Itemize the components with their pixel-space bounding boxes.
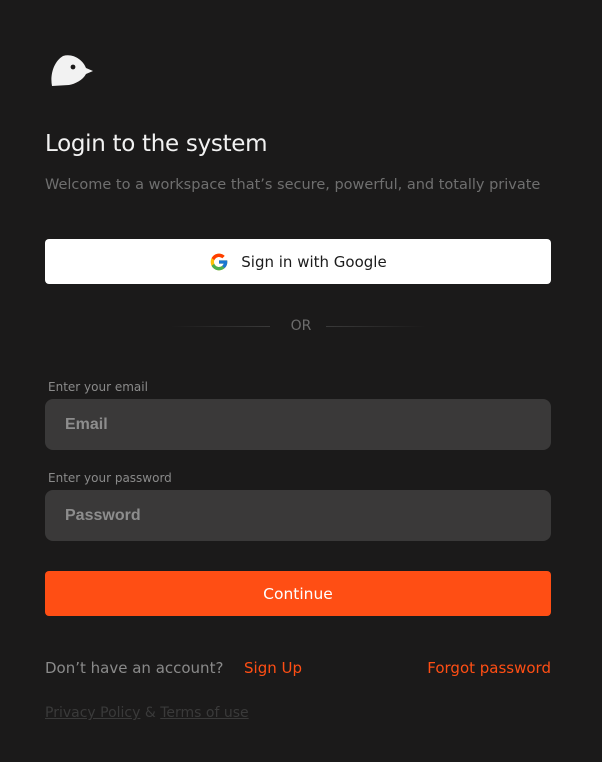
terms-of-use-link[interactable]: Terms of use bbox=[160, 705, 248, 721]
google-signin-label: Sign in with Google bbox=[241, 252, 387, 271]
email-label: Enter your email bbox=[48, 380, 148, 394]
no-account-text: Don’t have an account? bbox=[45, 659, 224, 677]
continue-button[interactable]: Continue bbox=[45, 571, 551, 616]
legal-links: Privacy Policy & Terms of use bbox=[45, 705, 249, 721]
page-title: Login to the system bbox=[45, 131, 268, 157]
email-field[interactable] bbox=[45, 399, 551, 450]
divider-line-right bbox=[326, 326, 426, 327]
bird-logo-icon bbox=[51, 55, 93, 86]
password-label: Enter your password bbox=[48, 471, 172, 485]
divider-label: OR bbox=[290, 318, 312, 334]
privacy-policy-link[interactable]: Privacy Policy bbox=[45, 705, 140, 721]
password-field[interactable] bbox=[45, 490, 551, 541]
forgot-password-link[interactable]: Forgot password bbox=[427, 659, 551, 677]
or-divider: OR bbox=[0, 318, 602, 334]
legal-ampersand: & bbox=[144, 705, 156, 721]
google-signin-button[interactable]: Sign in with Google bbox=[45, 239, 551, 284]
signup-link[interactable]: Sign Up bbox=[244, 659, 302, 677]
page-subtitle: Welcome to a workspace that’s secure, po… bbox=[45, 177, 541, 193]
google-icon bbox=[210, 253, 228, 270]
